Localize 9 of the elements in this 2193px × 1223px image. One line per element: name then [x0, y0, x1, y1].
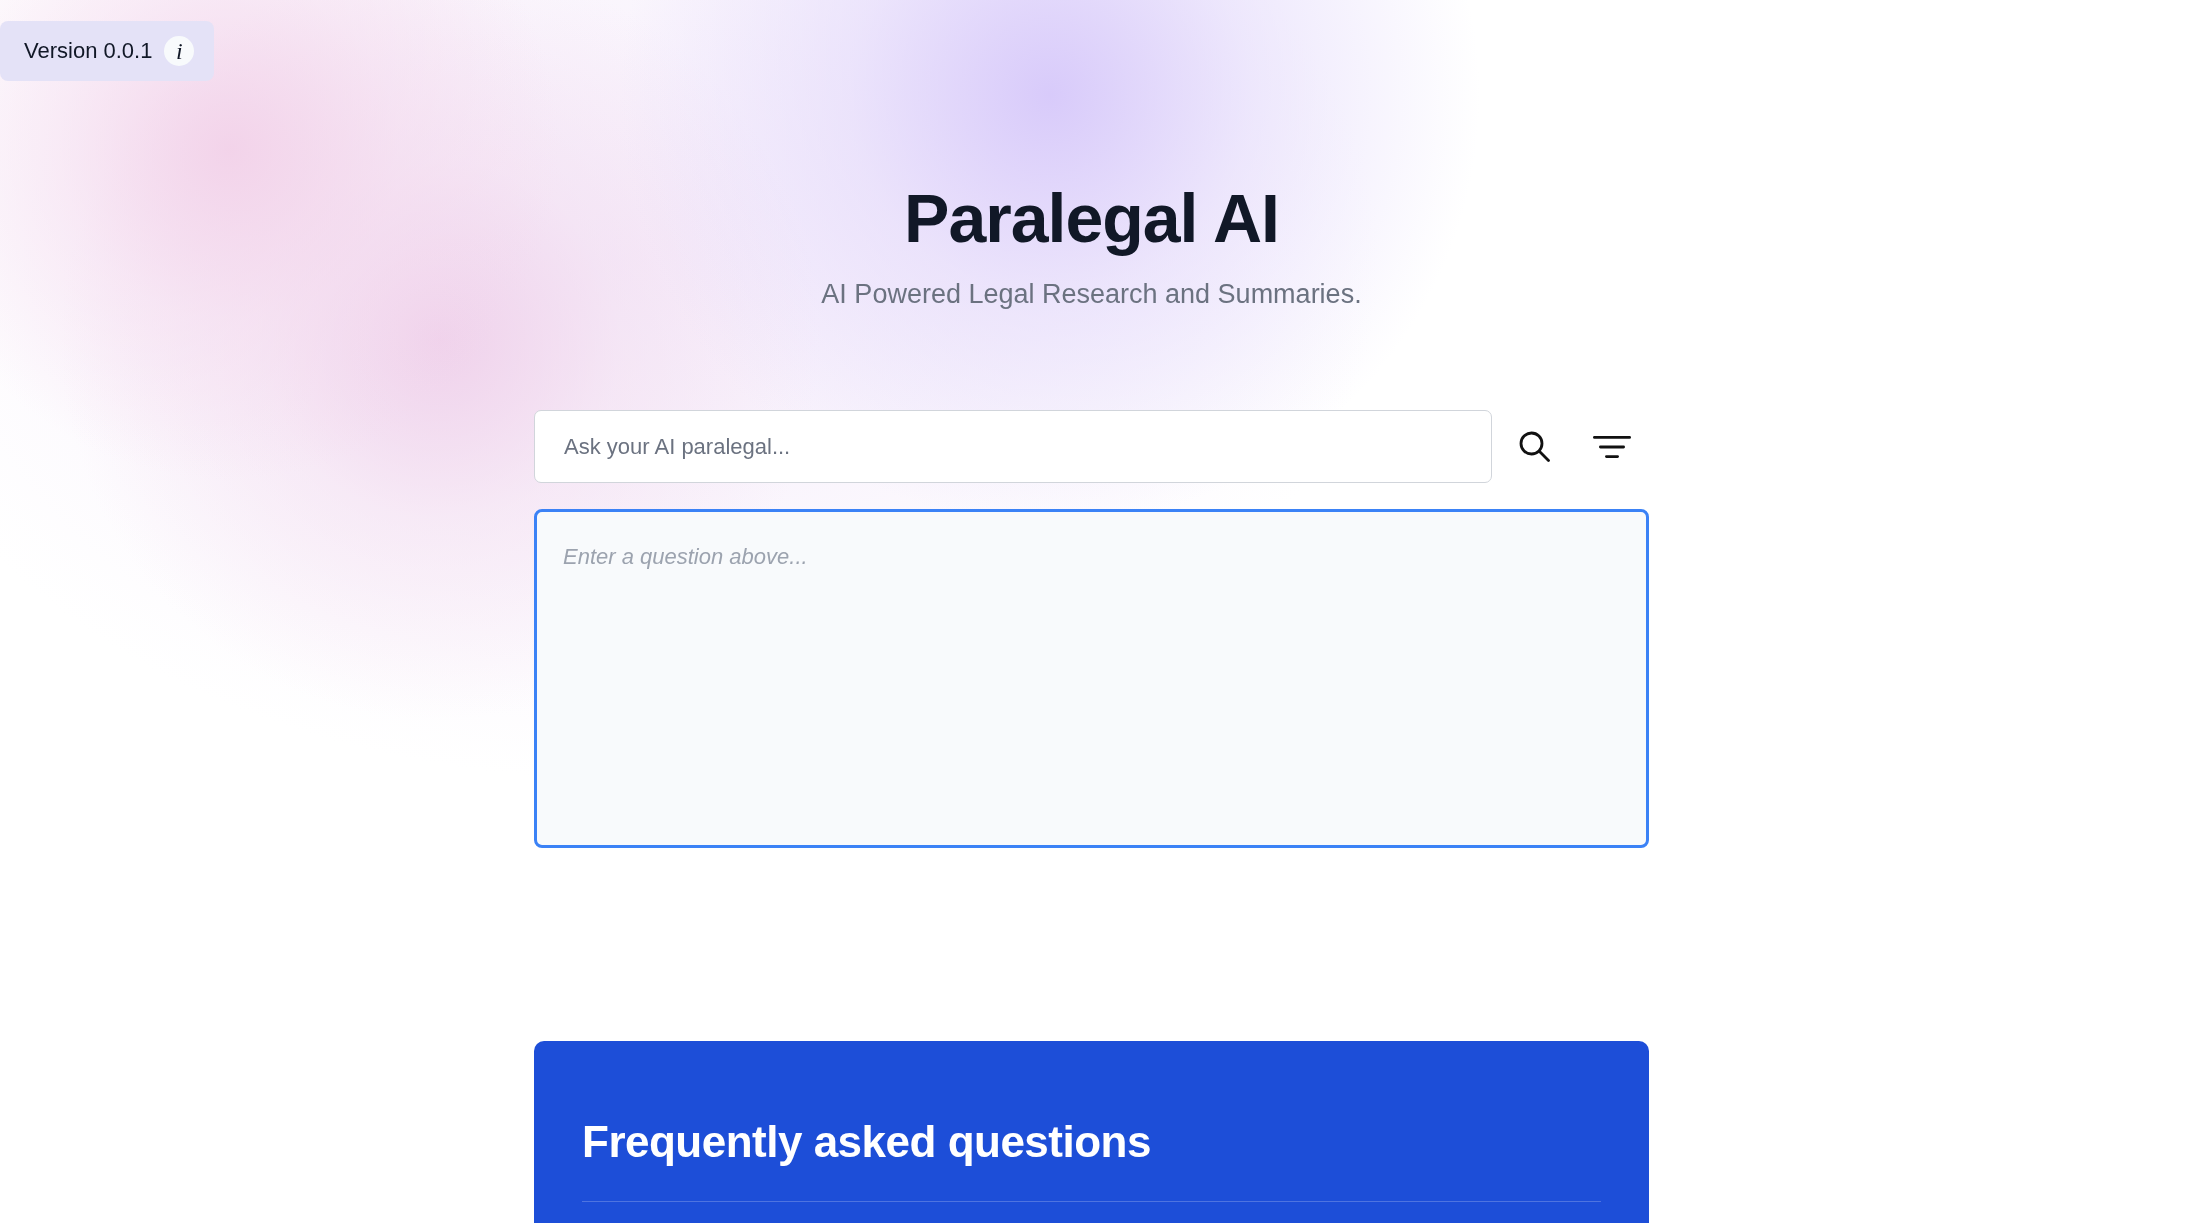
app-subtitle: AI Powered Legal Research and Summaries. — [821, 278, 1362, 311]
faq-title: Frequently asked questions — [582, 1116, 1151, 1168]
info-button[interactable]: i — [164, 36, 195, 66]
search-icon — [1518, 431, 1550, 462]
empty-message: Enter a question above... — [563, 544, 808, 569]
version-label: Version 0.0.1 — [24, 38, 153, 64]
app-title: Paralegal AI — [904, 179, 1279, 258]
search-field[interactable]: Ask your AI paralegal... — [534, 410, 1492, 483]
filter-icon — [1593, 435, 1631, 458]
